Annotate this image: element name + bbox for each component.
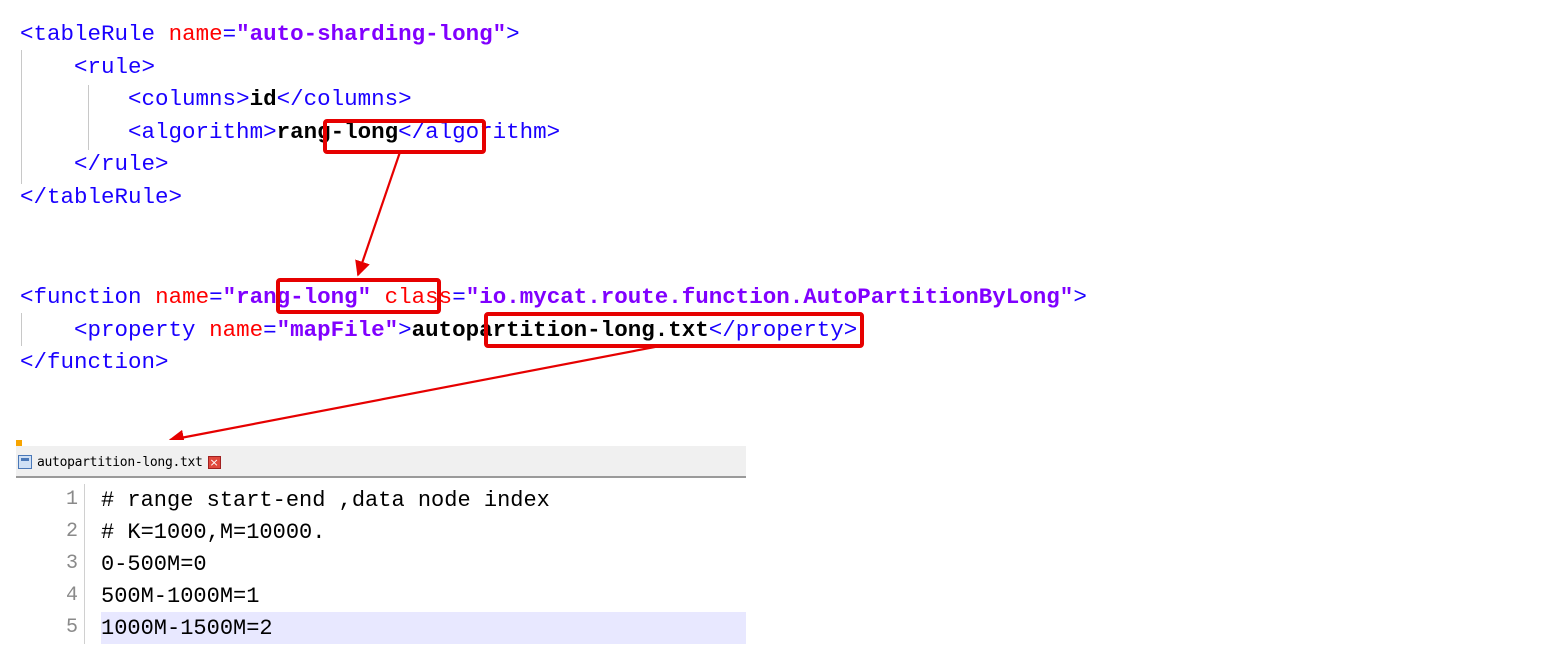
line-number: 2	[16, 516, 84, 548]
line-text: # range start-end ,data node index	[101, 487, 550, 513]
line-number: 4	[16, 580, 84, 612]
file-tab[interactable]: autopartition-long.txt ×	[18, 450, 221, 474]
editor-line-current: 5 1000M-1500M=2	[16, 612, 746, 644]
file-editor: autopartition-long.txt × 1 # range start…	[16, 440, 746, 654]
editor-line: 3 0-500M=0	[16, 548, 746, 580]
arrow-algorithm-to-function	[355, 151, 402, 277]
editor-lines[interactable]: 1 # range start-end ,data node index 2 #…	[16, 484, 746, 644]
close-icon[interactable]: ×	[207, 455, 221, 469]
line-number: 1	[16, 484, 84, 516]
file-icon	[18, 455, 32, 469]
line-text: 1000M-1500M=2	[101, 615, 273, 641]
editor-line: 4 500M-1000M=1	[16, 580, 746, 612]
line-text: 500M-1000M=1	[101, 583, 260, 609]
line-number: 3	[16, 548, 84, 580]
line-text: 0-500M=0	[101, 551, 207, 577]
editor-line: 1 # range start-end ,data node index	[16, 484, 746, 516]
editor-line: 2 # K=1000,M=10000.	[16, 516, 746, 548]
line-text: # K=1000,M=10000.	[101, 519, 326, 545]
arrow-mapfile-to-file	[168, 344, 661, 445]
tab-label: autopartition-long.txt	[37, 454, 203, 470]
tab-strip: autopartition-long.txt ×	[16, 440, 746, 478]
line-number: 5	[16, 612, 84, 644]
